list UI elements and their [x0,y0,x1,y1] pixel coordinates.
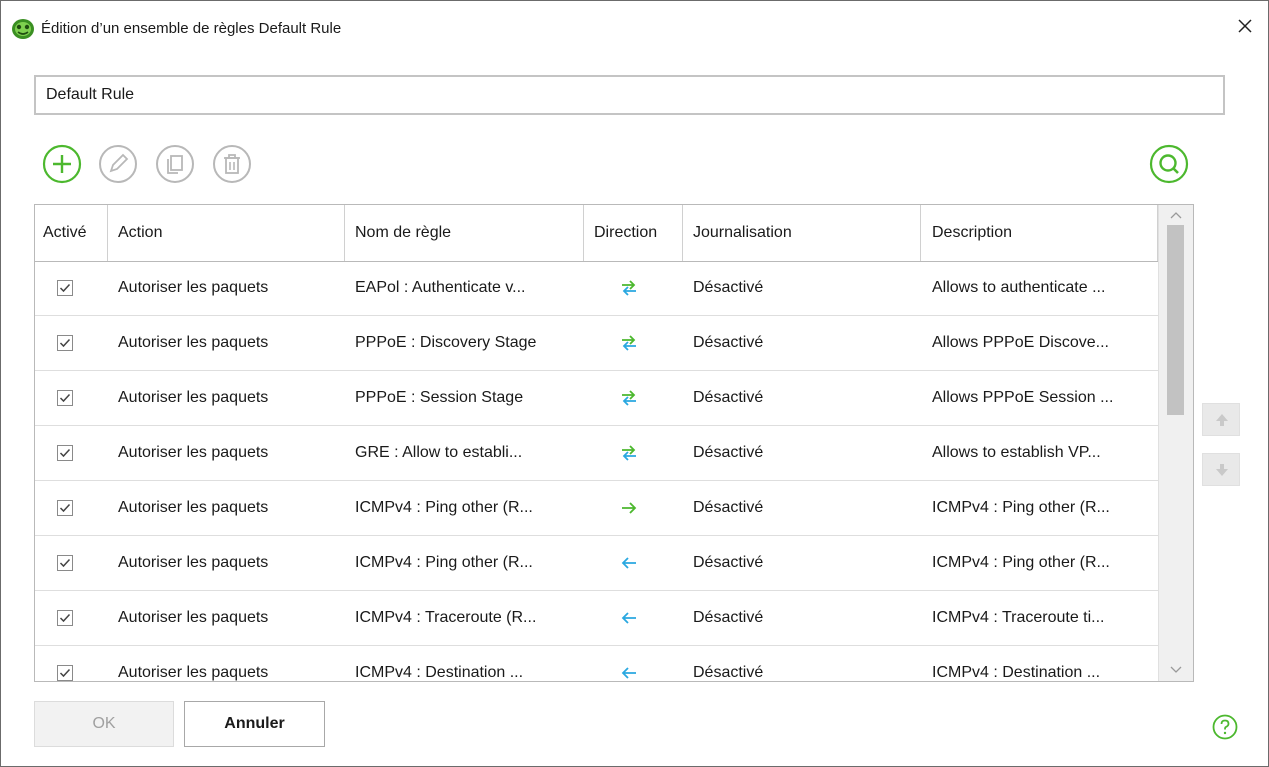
table-row[interactable]: Autoriser les paquets PPPoE : Discovery S… [35,316,1158,371]
add-icon [42,144,82,184]
check-icon [59,558,71,568]
vertical-scrollbar[interactable] [1158,205,1193,681]
copy-icon [156,145,194,183]
table-row[interactable]: Autoriser les paquets ICMPv4 : Ping other… [35,536,1158,591]
enabled-checkbox[interactable] [57,280,73,296]
cell-description: ICMPv4 : Destination ... [932,664,1101,681]
cell-rule-name: EAPol : Authenticate v... [355,279,526,296]
rules-table: Activé Action Nom de règle Direction Jou… [34,204,1194,682]
arrow-up-icon [1216,414,1228,426]
scrollbar-thumb[interactable] [1167,225,1184,415]
cell-action: Autoriser les paquets [118,279,269,296]
pencil-icon [99,145,137,183]
table-row[interactable]: Autoriser les paquets ICMPv4 : Ping other… [35,481,1158,536]
trash-icon [213,145,251,183]
help-icon[interactable] [1212,714,1238,740]
check-icon [59,503,71,513]
scroll-down-icon[interactable] [1169,664,1183,676]
column-header-enabled[interactable]: Activé [35,205,108,261]
cancel-button[interactable]: Annuler [184,701,325,747]
cell-rule-name: PPPoE : Discovery Stage [355,334,537,351]
check-icon [59,448,71,458]
cell-description: ICMPv4 : Ping other (R... [932,554,1110,571]
check-icon [59,668,71,678]
cell-action: Autoriser les paquets [118,334,269,351]
enabled-checkbox[interactable] [57,390,73,406]
move-up-button[interactable] [1202,403,1240,436]
enabled-checkbox[interactable] [57,500,73,516]
cell-rule-name: ICMPv4 : Traceroute (R... [355,609,537,626]
check-icon [59,338,71,348]
cell-action: Autoriser les paquets [118,609,269,626]
check-icon [59,283,71,293]
enabled-checkbox[interactable] [57,610,73,626]
cell-rule-name: ICMPv4 : Ping other (R... [355,554,533,571]
arrow-down-icon [1216,464,1228,476]
ok-button[interactable]: OK [34,701,174,747]
cell-action: Autoriser les paquets [118,444,269,461]
cell-logging: Désactivé [693,664,764,681]
cell-logging: Désactivé [693,279,764,296]
rule-set-name-input[interactable] [34,75,1225,115]
cell-action: Autoriser les paquets [118,499,269,516]
search-button[interactable] [1149,144,1189,184]
cell-description: Allows to authenticate ... [932,279,1106,296]
cell-logging: Désactivé [693,499,764,516]
table-row[interactable]: Autoriser les paquets GRE : Allow to esta… [35,426,1158,481]
cell-description: Allows PPPoE Session ... [932,389,1114,406]
column-header-direction[interactable]: Direction [584,205,683,261]
title-bar: Édition d’un ensemble de règles Default … [1,1,1268,59]
direction-both-icon [622,280,636,296]
cell-logging: Désactivé [693,334,764,351]
cell-logging: Désactivé [693,554,764,571]
cell-action: Autoriser les paquets [118,389,269,406]
move-down-button[interactable] [1202,453,1240,486]
direction-in-icon [621,557,636,569]
enabled-checkbox[interactable] [57,555,73,571]
add-rule-button[interactable] [42,144,82,184]
table-row[interactable]: Autoriser les paquets EAPol : Authenticat… [35,261,1158,316]
direction-in-icon [621,667,636,679]
enabled-checkbox[interactable] [57,665,73,681]
cell-logging: Désactivé [693,609,764,626]
column-header-logging[interactable]: Journalisation [683,205,921,261]
direction-both-icon [622,445,636,461]
cell-action: Autoriser les paquets [118,554,269,571]
app-logo-icon [12,19,34,39]
cell-logging: Désactivé [693,389,764,406]
cell-rule-name: ICMPv4 : Ping other (R... [355,499,533,516]
cell-logging: Désactivé [693,444,764,461]
search-icon [1149,144,1189,184]
column-header-action[interactable]: Action [108,205,345,261]
close-icon[interactable] [1234,15,1256,37]
cell-action: Autoriser les paquets [118,664,269,681]
cell-rule-name: ICMPv4 : Destination ... [355,664,524,681]
column-header-description[interactable]: Description [921,205,1158,261]
direction-both-icon [622,335,636,351]
cell-description: ICMPv4 : Ping other (R... [932,499,1110,516]
direction-both-icon [622,390,636,406]
column-header-rule-name[interactable]: Nom de règle [345,205,584,261]
window-title: Édition d’un ensemble de règles Default … [41,20,342,37]
table-header: Activé Action Nom de règle Direction Jou… [35,205,1158,262]
cell-description: ICMPv4 : Traceroute ti... [932,609,1105,626]
direction-out-icon [622,502,637,514]
cell-description: Allows to establish VP... [932,444,1101,461]
check-icon [59,613,71,623]
table-row[interactable]: Autoriser les paquets ICMPv4 : Destinatio… [35,646,1158,681]
copy-rule-button[interactable] [155,144,195,184]
cell-rule-name: PPPoE : Session Stage [355,389,524,406]
rule-set-editor-window: Édition d’un ensemble de règles Default … [0,0,1269,767]
edit-rule-button[interactable] [98,144,138,184]
enabled-checkbox[interactable] [57,445,73,461]
enabled-checkbox[interactable] [57,335,73,351]
cell-description: Allows PPPoE Discove... [932,334,1109,351]
table-row[interactable]: Autoriser les paquets ICMPv4 : Traceroute… [35,591,1158,646]
check-icon [59,393,71,403]
table-row[interactable]: Autoriser les paquets PPPoE : Session Sta… [35,371,1158,426]
direction-in-icon [621,612,636,624]
scroll-up-icon[interactable] [1169,209,1183,221]
cell-rule-name: GRE : Allow to establi... [355,444,523,461]
delete-rule-button[interactable] [212,144,252,184]
